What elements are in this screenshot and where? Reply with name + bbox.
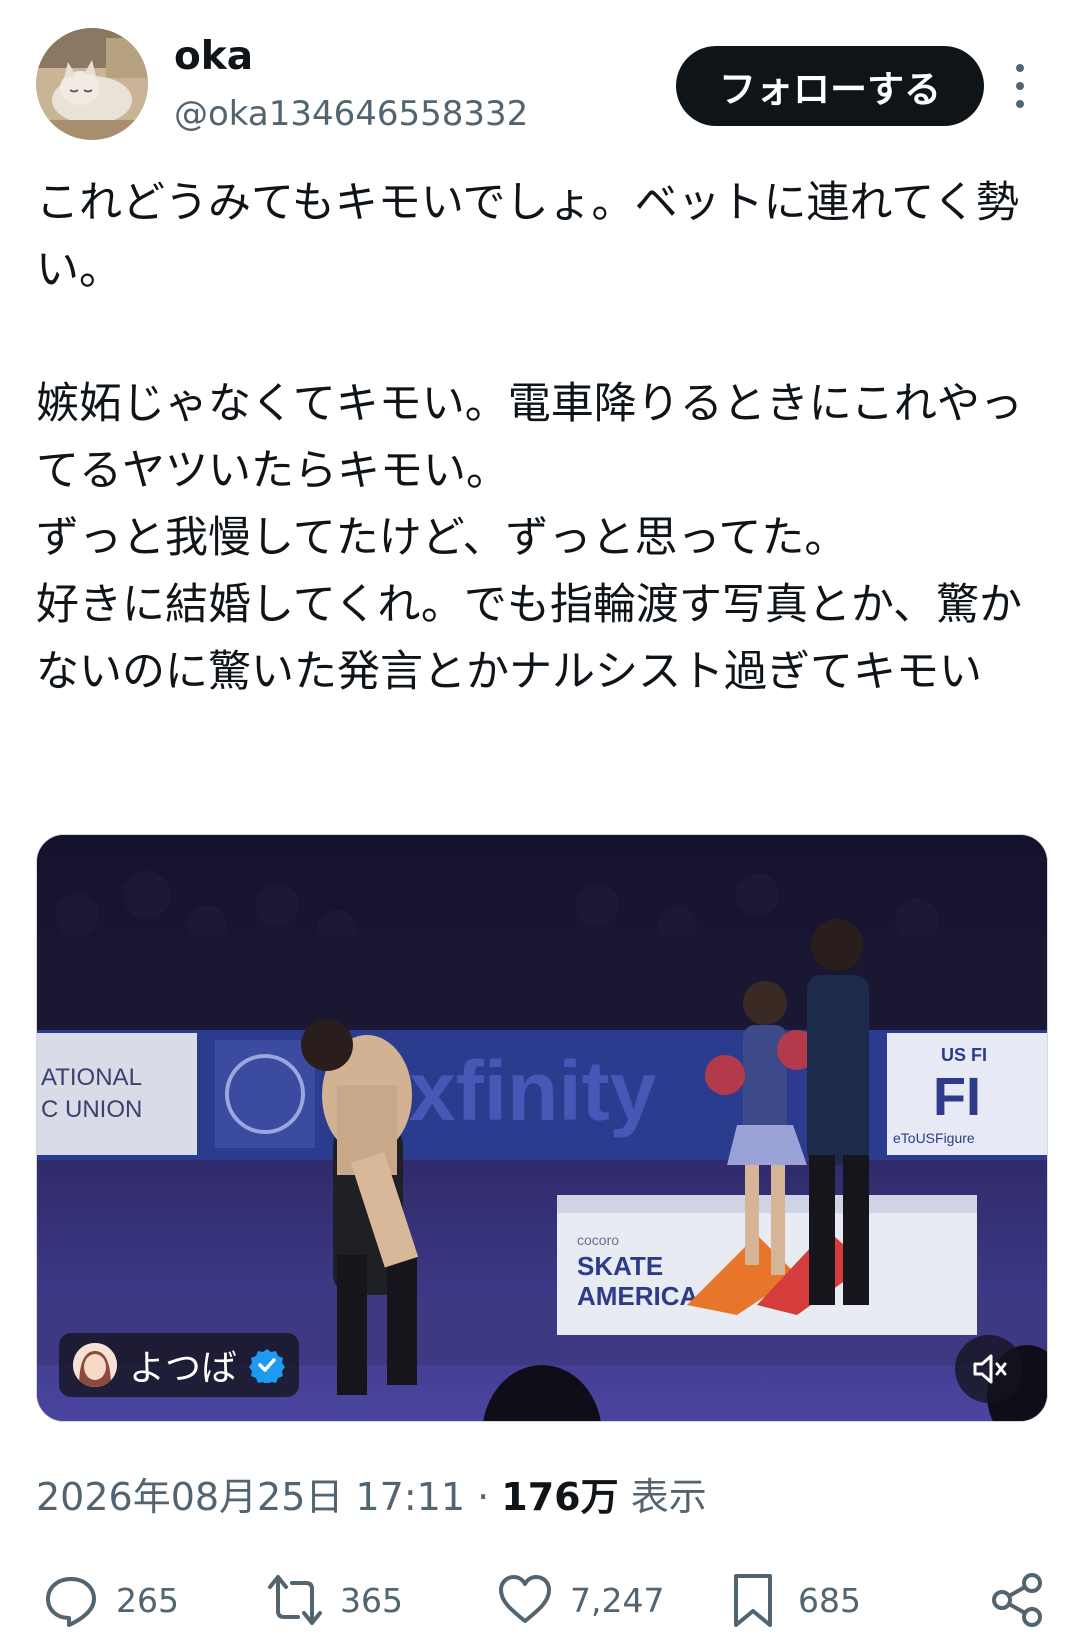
repost-count: 365 (340, 1580, 403, 1620)
tweet-text: これどうみてもキモいでしょ。ベットに連れてく勢い。 嫉妬じゃなくてキモい。電車降… (36, 178, 1023, 697)
speaker-muted-icon[interactable] (955, 1335, 1023, 1403)
podium-text-1: cocoro (577, 1232, 619, 1248)
board-text-4: FI (933, 1067, 981, 1127)
like-button[interactable]: 7,247 (496, 1570, 664, 1630)
uploader-avatar (73, 1343, 117, 1387)
repost-button[interactable]: 365 (266, 1570, 403, 1630)
bookmark-count: 685 (798, 1580, 861, 1620)
share-icon (992, 1573, 1042, 1627)
video-player[interactable]: ATIONAL C UNION xfinity US FI FI eToUSFi… (36, 834, 1048, 1422)
views-label: 表示 (630, 1475, 707, 1519)
author-avatar[interactable] (36, 28, 148, 140)
verified-badge-icon (249, 1349, 286, 1383)
tweet-meta: 2026年08月25日 17:11 · 176万 表示 (36, 1466, 707, 1521)
repost-icon (268, 1575, 322, 1625)
meta-separator: · (477, 1475, 490, 1519)
reply-button[interactable]: 265 (42, 1570, 179, 1630)
uploader-name: よつば (129, 1348, 238, 1389)
reply-icon (46, 1577, 96, 1627)
board-text-3: US FI (941, 1045, 987, 1065)
author-name[interactable]: oka (174, 34, 253, 79)
board-text-1: ATIONAL (41, 1064, 142, 1091)
share-button[interactable] (988, 1570, 1046, 1630)
action-bar: 265 365 7,247 685 (36, 1570, 1046, 1630)
bookmark-icon (734, 1574, 772, 1627)
sponsor-logo: xfinity (409, 1044, 657, 1138)
bookmark-button[interactable]: 685 (724, 1570, 861, 1630)
follow-button[interactable]: フォローする (676, 46, 984, 126)
podium-text-3: AMERICA (577, 1281, 699, 1311)
author-handle[interactable]: @oka134646558332 (174, 94, 528, 134)
more-options-icon[interactable] (1008, 64, 1032, 108)
post-datetime[interactable]: 2026年08月25日 17:11 (36, 1475, 465, 1519)
like-count: 7,247 (570, 1580, 665, 1620)
cat-avatar-icon (36, 28, 148, 140)
views-count: 176万 (501, 1475, 619, 1519)
board-text-2: C UNION (41, 1096, 142, 1123)
uploader-chip[interactable]: よつば (59, 1333, 300, 1397)
podium-text-2: SKATE (577, 1251, 663, 1281)
reply-count: 265 (116, 1580, 179, 1620)
board-text-5: eToUSFigure (893, 1130, 975, 1146)
heart-icon (499, 1575, 551, 1623)
